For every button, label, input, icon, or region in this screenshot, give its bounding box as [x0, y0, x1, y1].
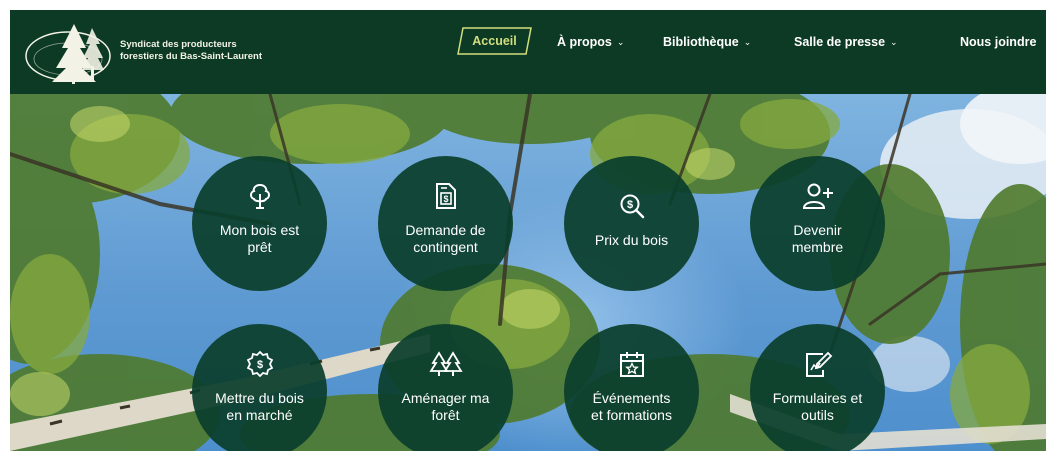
tile-manage-forest-label: Aménager ma forêt: [401, 390, 490, 423]
tile-contingent-request-label: Demande de contingent: [405, 222, 486, 255]
tile-contingent-request[interactable]: $ Demande de contingent: [378, 156, 513, 291]
svg-text:$: $: [256, 359, 262, 371]
nav-library[interactable]: Bibliothèque ⌄: [663, 35, 751, 49]
dollar-search-icon: $: [564, 192, 699, 220]
nav-library-label: Bibliothèque: [663, 35, 739, 49]
tree-logo-icon[interactable]: [22, 18, 120, 86]
tile-become-member-label: Devenir membre: [791, 222, 844, 255]
tile-events-training[interactable]: Événements et formations: [564, 324, 699, 451]
nav-contact-label: Nous joindre: [960, 35, 1037, 49]
chevron-down-icon: ⌄: [616, 37, 625, 47]
site-header: Syndicat des producteurs forestiers du B…: [10, 10, 1046, 94]
tile-market-wood[interactable]: $ Mettre du bois en marché: [192, 324, 327, 451]
tile-events-training-label: Événements et formations: [591, 390, 672, 423]
tile-become-member[interactable]: Devenir membre: [750, 156, 885, 291]
tree-icon: [192, 182, 327, 210]
nav-press-room-label: Salle de presse: [794, 35, 886, 49]
calendar-star-icon: [564, 350, 699, 378]
tile-forms-tools-label: Formulaires et outils: [772, 390, 863, 423]
site-name[interactable]: Syndicat des producteurs forestiers du B…: [120, 39, 262, 63]
tile-wood-prices[interactable]: $ Prix du bois: [564, 156, 699, 291]
hero-banner: Mon bois est prêt $ Demande de contingen…: [10, 94, 1046, 451]
forest-canopy-background: [10, 94, 1046, 451]
chevron-down-icon: ⌄: [890, 37, 898, 47]
add-user-icon: [750, 182, 885, 210]
form-edit-icon: [750, 350, 885, 378]
tile-manage-forest[interactable]: Aménager ma forêt: [378, 324, 513, 451]
dollar-document-icon: $: [378, 182, 513, 210]
chevron-down-icon: ⌄: [743, 37, 752, 47]
tile-market-wood-label: Mettre du bois en marché: [215, 390, 304, 423]
tile-wood-ready-label: Mon bois est prêt: [219, 222, 300, 255]
svg-text:$: $: [626, 199, 632, 211]
tile-wood-ready[interactable]: Mon bois est prêt: [192, 156, 327, 291]
nav-press-room[interactable]: Salle de presse ⌄: [794, 35, 898, 49]
nav-about-label: À propos: [557, 35, 612, 49]
nav-home-label: Accueil: [472, 34, 517, 48]
page: Syndicat des producteurs forestiers du B…: [10, 10, 1046, 451]
nav-contact[interactable]: Nous joindre: [960, 35, 1036, 49]
tile-wood-prices-label: Prix du bois: [594, 232, 669, 248]
svg-text:$: $: [443, 194, 448, 204]
dollar-badge-icon: $: [192, 350, 327, 378]
forest-icon: [378, 350, 513, 378]
tile-forms-tools[interactable]: Formulaires et outils: [750, 324, 885, 451]
nav-about[interactable]: À propos ⌄: [557, 35, 624, 49]
nav-home[interactable]: Accueil: [457, 27, 532, 55]
